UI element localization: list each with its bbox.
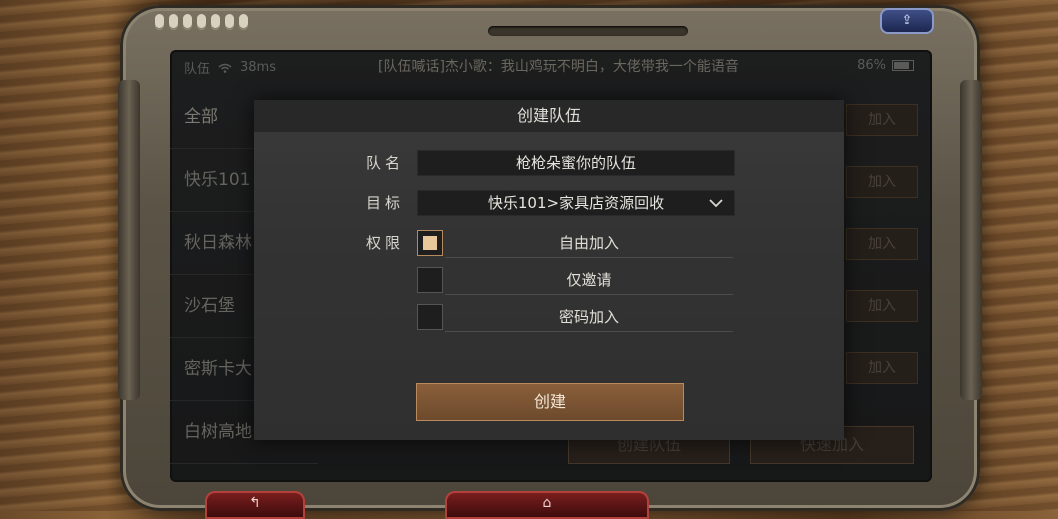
team-name-input[interactable]: 枪枪朵蜜你的队伍	[417, 150, 735, 176]
back-button[interactable]: ↰	[205, 491, 305, 519]
divider	[445, 257, 733, 258]
create-team-dialog: 创建队伍 队名 枪枪朵蜜你的队伍 目标 快乐101>家具店资源回收 权限 自由加…	[254, 100, 844, 440]
home-button[interactable]: ⌂	[445, 491, 649, 519]
divider	[445, 294, 733, 295]
dialog-title: 创建队伍	[254, 100, 844, 132]
target-value: 快乐101>家具店资源回收	[487, 194, 665, 212]
permission-option-label: 自由加入	[558, 234, 619, 252]
create-button[interactable]: 创建	[416, 383, 684, 421]
share-icon: ⇪	[901, 13, 913, 28]
target-select[interactable]: 快乐101>家具店资源回收	[417, 190, 735, 216]
permission-option[interactable]: 仅邀请	[417, 267, 733, 295]
left-side-clip	[118, 80, 140, 400]
checkbox[interactable]	[417, 304, 443, 330]
divider	[445, 331, 733, 332]
back-icon: ↰	[249, 495, 261, 511]
checkbox[interactable]	[417, 267, 443, 293]
speaker-grill	[155, 14, 248, 30]
permission-option-label: 仅邀请	[566, 271, 612, 289]
right-side-clip	[960, 80, 982, 400]
chevron-down-icon	[709, 199, 723, 208]
share-button[interactable]: ⇪	[880, 8, 934, 34]
target-label: 目标	[366, 194, 405, 212]
team-name-label: 队名	[366, 154, 405, 172]
permission-option[interactable]: 自由加入	[417, 230, 733, 258]
checkbox[interactable]	[417, 230, 443, 256]
permission-option-label: 密码加入	[558, 308, 619, 326]
home-icon: ⌂	[542, 495, 552, 511]
permission-option[interactable]: 密码加入	[417, 304, 733, 332]
permission-label: 权限	[366, 234, 405, 252]
frame-top-slot	[488, 26, 688, 36]
